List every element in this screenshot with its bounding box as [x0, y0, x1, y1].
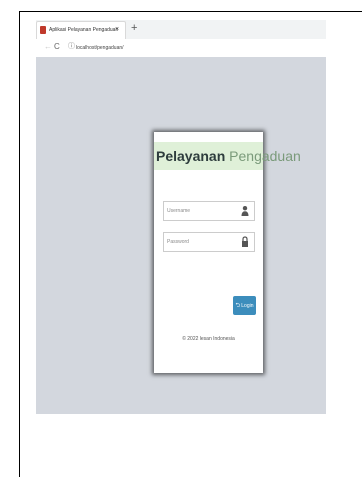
user-icon — [241, 206, 249, 216]
brand-header: Pelayanan Pengaduan — [154, 142, 301, 170]
lock-icon — [242, 236, 248, 247]
address-bar: ← C ⓘ localhost/pengaduan/ — [36, 39, 326, 58]
title-strong: Pelayanan — [156, 148, 226, 164]
sign-in-icon: ⮌ — [235, 302, 241, 309]
footer-copyright: © 2022 lesan Indonesia — [182, 336, 235, 342]
favicon-icon — [40, 26, 46, 34]
reload-icon[interactable]: C — [54, 41, 60, 53]
back-icon[interactable]: ← — [44, 41, 52, 53]
new-tab-button[interactable]: + — [131, 20, 137, 36]
page-viewport: Pelayanan Pengaduan ⮌Login © 2022 lesan … — [36, 57, 326, 414]
site-info-icon[interactable]: ⓘ — [68, 41, 75, 53]
tab-close-icon[interactable]: × — [115, 25, 119, 35]
login-button[interactable]: ⮌Login — [233, 296, 256, 315]
password-field[interactable] — [163, 232, 255, 252]
tab-title: Aplikasi Pelayanan Pengaduan — [49, 27, 119, 33]
login-button-label: Login — [241, 302, 254, 309]
username-field[interactable] — [163, 201, 255, 221]
username-input[interactable] — [167, 204, 237, 218]
login-card: Pelayanan Pengaduan ⮌Login © 2022 lesan … — [154, 132, 301, 373]
password-input[interactable] — [167, 235, 237, 249]
browser-tab[interactable]: Aplikasi Pelayanan Pengaduan × — [36, 21, 126, 39]
url-field[interactable]: localhost/pengaduan/ — [76, 42, 124, 54]
title-light: Pengaduan — [225, 148, 301, 164]
browser-tab-strip: Aplikasi Pelayanan Pengaduan × + — [36, 20, 326, 40]
page-title: Pelayanan Pengaduan — [156, 146, 301, 166]
